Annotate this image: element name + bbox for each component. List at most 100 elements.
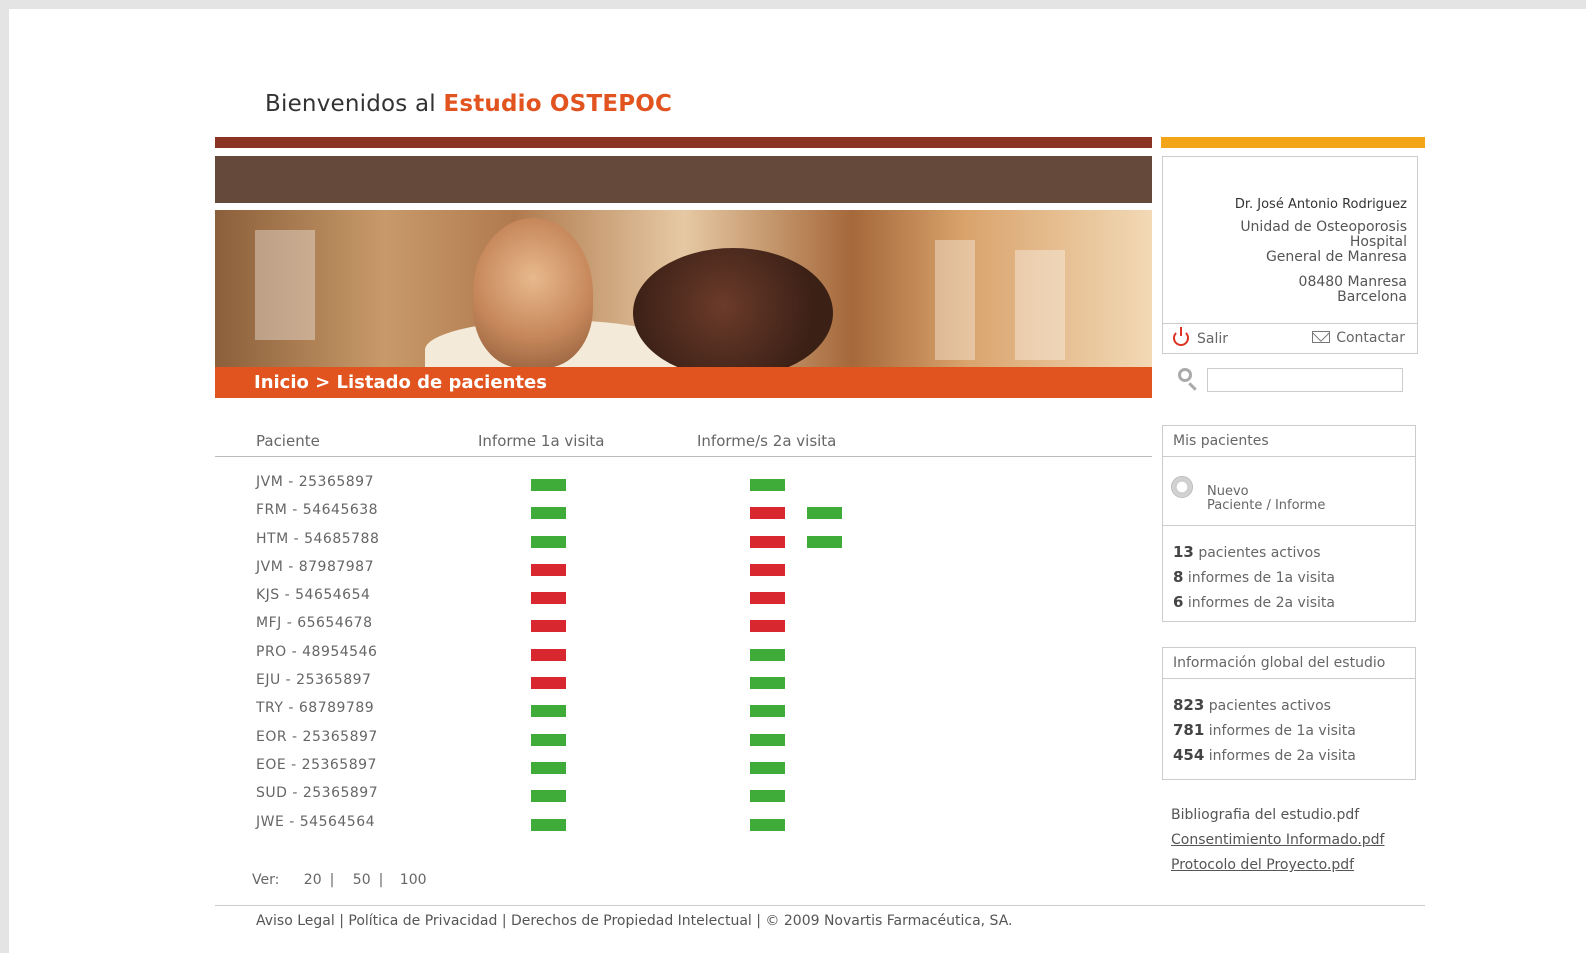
first-visit-status[interactable]: [531, 620, 566, 633]
logout-button[interactable]: Salir: [1173, 327, 1229, 347]
second-visit-status[interactable]: [750, 677, 785, 690]
global-stat-active: 823 pacientes activos: [1173, 693, 1405, 718]
logout-label: Salir: [1197, 331, 1229, 347]
page-size-50[interactable]: 50: [353, 872, 371, 888]
patient-id[interactable]: KJS - 54654654: [256, 587, 370, 603]
stat-text: informes de 1a visita: [1208, 723, 1356, 739]
first-visit-status[interactable]: [531, 733, 566, 746]
first-visit-status[interactable]: [531, 592, 566, 605]
second-visit-status[interactable]: [750, 479, 785, 491]
stat-text: informes de 1a visita: [1187, 570, 1335, 586]
stat-number: 781: [1173, 721, 1205, 739]
header-red-bar: [215, 137, 1152, 148]
global-stats: 823 pacientes activos 781 informes de 1a…: [1163, 679, 1415, 780]
first-visit-status[interactable]: [531, 507, 566, 520]
doctor-name: Dr. José Antonio Rodriguez: [1234, 197, 1407, 212]
doctor-hospital-line1: Hospital: [1349, 234, 1407, 250]
stat-second: 6 informes de 2a visita: [1173, 590, 1405, 615]
stat-number: 6: [1173, 593, 1184, 611]
second-visit-status[interactable]: [750, 733, 785, 746]
my-patients-panel: Mis pacientes Nuevo Paciente / Informe 1…: [1162, 425, 1416, 622]
welcome-heading: Bienvenidos al Estudio OSTEPOC: [265, 91, 672, 117]
doc-bibliography-link[interactable]: Bibliografia del estudio.pdf: [1171, 803, 1384, 828]
doctor-unit: Unidad de Osteoporosis: [1240, 219, 1407, 235]
col-header-first-visit: Informe 1a visita: [478, 432, 605, 450]
patient-id[interactable]: HTM - 54685788: [256, 531, 379, 547]
first-visit-status[interactable]: [531, 563, 566, 576]
new-patient-line2: Paciente / Informe: [1207, 498, 1326, 513]
first-visit-status[interactable]: [531, 535, 566, 548]
welcome-prefix: Bienvenidos al: [265, 91, 436, 117]
second-visit-status[interactable]: [750, 535, 785, 548]
search-input[interactable]: [1207, 368, 1403, 392]
breadcrumb: Inicio > Listado de pacientes: [215, 367, 1152, 398]
patient-id[interactable]: JWE - 54564564: [256, 814, 375, 830]
documents-list: Bibliografia del estudio.pdf Consentimie…: [1171, 803, 1384, 878]
header-brown-bar: [215, 156, 1152, 203]
my-patients-stats: 13 pacientes activos 8 informes de 1a vi…: [1163, 525, 1415, 627]
patient-id[interactable]: EJU - 25365897: [256, 672, 371, 688]
pagination: Ver: 20 | 50 | 100: [252, 872, 427, 888]
search-icon[interactable]: [1178, 368, 1192, 382]
page-size-20[interactable]: 20: [304, 872, 322, 888]
first-visit-status[interactable]: [531, 479, 566, 491]
doc-consent-link[interactable]: Consentimiento Informado.pdf: [1171, 828, 1384, 853]
second-visit-status[interactable]: [750, 705, 785, 718]
patient-id[interactable]: FRM - 54645638: [256, 502, 378, 518]
first-visit-status[interactable]: [531, 705, 566, 718]
global-stat-first: 781 informes de 1a visita: [1173, 718, 1405, 743]
doc-protocol-link[interactable]: Protocolo del Proyecto.pdf: [1171, 853, 1384, 878]
patient-id[interactable]: MFJ - 65654678: [256, 615, 372, 631]
patient-id[interactable]: PRO - 48954546: [256, 644, 377, 660]
patient-id[interactable]: EOE - 25365897: [256, 757, 377, 773]
second-visit-status[interactable]: [750, 592, 785, 605]
stat-first: 8 informes de 1a visita: [1173, 565, 1405, 590]
doctor-hospital-line2: General de Manresa: [1265, 249, 1407, 265]
second-visit-status[interactable]: [807, 535, 842, 548]
add-circle-icon: [1171, 476, 1193, 498]
doctor-city: Barcelona: [1337, 289, 1407, 305]
pagination-label: Ver:: [252, 872, 280, 888]
page-size-100[interactable]: 100: [400, 872, 427, 888]
second-visit-status[interactable]: [750, 818, 785, 831]
my-patients-title: Mis pacientes: [1163, 426, 1415, 457]
second-visit-status[interactable]: [750, 507, 785, 520]
first-visit-status[interactable]: [531, 761, 566, 774]
second-visit-status[interactable]: [750, 563, 785, 576]
patient-id[interactable]: SUD - 25365897: [256, 785, 378, 801]
global-info-panel: Información global del estudio 823 pacie…: [1162, 647, 1416, 780]
patient-id[interactable]: TRY - 68789789: [256, 700, 374, 716]
global-info-title: Información global del estudio: [1163, 648, 1415, 679]
second-visit-status[interactable]: [750, 620, 785, 633]
first-visit-status[interactable]: [531, 818, 566, 831]
col-header-patient: Paciente: [256, 432, 320, 450]
second-visit-status[interactable]: [750, 761, 785, 774]
stat-number: 13: [1173, 543, 1194, 561]
stat-text: pacientes activos: [1198, 545, 1321, 561]
contact-button[interactable]: Contactar: [1312, 330, 1405, 346]
mail-icon: [1312, 331, 1331, 343]
patient-id[interactable]: JVM - 25365897: [256, 474, 374, 490]
second-visit-status[interactable]: [750, 790, 785, 803]
stat-text: informes de 2a visita: [1208, 748, 1356, 764]
sidebar-yellow-bar: [1161, 137, 1425, 148]
patient-id[interactable]: EOR - 25365897: [256, 729, 378, 745]
footer-links[interactable]: Aviso Legal | Política de Privacidad | D…: [256, 913, 1012, 929]
global-stat-second: 454 informes de 2a visita: [1173, 743, 1405, 768]
user-actions: Salir Contactar: [1162, 324, 1418, 354]
col-header-second-visit: Informe/s 2a visita: [697, 432, 837, 450]
second-visit-status[interactable]: [807, 507, 842, 520]
stat-text: pacientes activos: [1208, 698, 1331, 714]
patient-id[interactable]: JVM - 87987987: [256, 559, 374, 575]
first-visit-status[interactable]: [531, 648, 566, 661]
second-visit-status[interactable]: [750, 648, 785, 661]
first-visit-status[interactable]: [531, 677, 566, 690]
table-header-divider: [215, 456, 1152, 457]
stat-number: 454: [1173, 746, 1205, 764]
first-visit-status[interactable]: [531, 790, 566, 803]
stat-number: 823: [1173, 696, 1205, 714]
doctor-info: Dr. José Antonio Rodriguez Unidad de Ost…: [1162, 156, 1418, 324]
new-patient-button[interactable]: Nuevo Paciente / Informe: [1163, 457, 1415, 525]
hero-image: [215, 210, 1152, 367]
contact-label: Contactar: [1336, 330, 1405, 346]
